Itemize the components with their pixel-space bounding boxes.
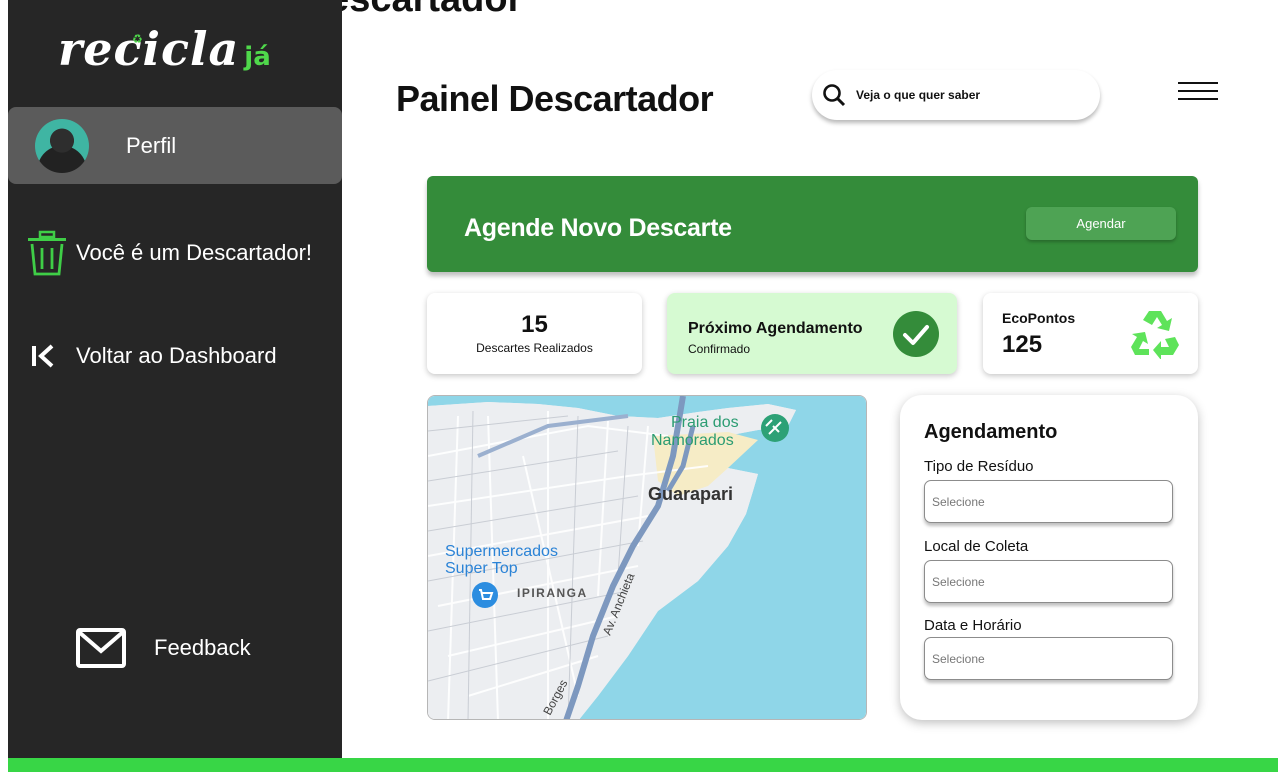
stat-card-ecopontos: EcoPontos 125 [983,293,1198,374]
schedule-form: Agendamento Tipo de Resíduo Selecione Lo… [900,395,1198,720]
form-title: Agendamento [924,421,1058,443]
schedule-button[interactable]: Agendar [1026,207,1176,240]
sidebar: ♻ recicla já Perfil Você é um Descartado… [8,0,342,758]
ecopontos-value: 125 [1002,331,1043,358]
trash-icon [28,230,66,276]
check-circle-icon [893,311,939,357]
pickup-location-select[interactable]: Selecione [924,560,1173,603]
recycle-mark-icon: ♻ [132,32,143,46]
field-label-date-time: Data e Horário [924,617,1022,634]
search-input[interactable] [856,88,1076,102]
brand-logo[interactable]: ♻ recicla já [58,22,271,76]
avatar [35,118,89,173]
map-label-market-2[interactable]: Super Top [445,560,518,577]
map-label-market-1[interactable]: Supermercados [445,543,558,560]
cta-title: Agende Novo Descarte [464,214,732,242]
map-label-beach-1[interactable]: Praia dos [671,414,739,431]
descartes-count: 15 [521,311,548,338]
new-disposal-banner: Agende Novo Descarte Agendar [427,176,1198,272]
map-label-beach-2[interactable]: Namorados [651,432,734,449]
map-label-city: Guarapari [648,484,733,504]
feedback-label: Feedback [154,635,251,660]
map-label-district: IPIRANGA [517,586,588,600]
next-schedule-status: Confirmado [688,342,751,356]
mail-icon [76,628,126,668]
brand-accent: já [244,42,271,72]
map-canvas[interactable]: Praia dos Namorados Guarapari Supermerca… [428,396,867,720]
role-indicator: Você é um Descartador! [26,230,312,276]
stat-card-next-schedule[interactable]: Próximo Agendamento Confirmado [667,293,957,374]
feedback-link[interactable]: Feedback [76,628,251,668]
menu-icon[interactable] [1178,82,1218,102]
back-label: Voltar ao Dashboard [76,343,277,368]
brand-name: recicla [58,22,240,76]
search-icon [823,84,846,107]
descartes-caption: Descartes Realizados [476,341,593,355]
back-to-dashboard-link[interactable]: Voltar ao Dashboard [30,342,277,370]
search-bar[interactable] [812,70,1100,120]
stat-card-descartes: 15 Descartes Realizados [427,293,642,374]
map-view[interactable]: Praia dos Namorados Guarapari Supermerca… [427,395,867,720]
field-label-waste-type: Tipo de Resíduo [924,458,1034,475]
field-label-pickup-location: Local de Coleta [924,538,1029,555]
role-label: Você é um Descartador! [76,240,313,265]
back-icon [32,344,54,368]
waste-type-select[interactable]: Selecione [924,480,1173,523]
page-title: Painel Descartador [396,78,714,119]
ecopontos-label: EcoPontos [1002,310,1076,326]
bottom-accent-bar [8,758,1278,772]
date-time-select[interactable]: Selecione [924,637,1173,680]
recycle-icon [1131,311,1179,359]
sidebar-item-profile[interactable]: Perfil [8,107,342,184]
next-schedule-title: Próximo Agendamento [688,320,863,337]
sidebar-item-label: Perfil [126,132,177,158]
